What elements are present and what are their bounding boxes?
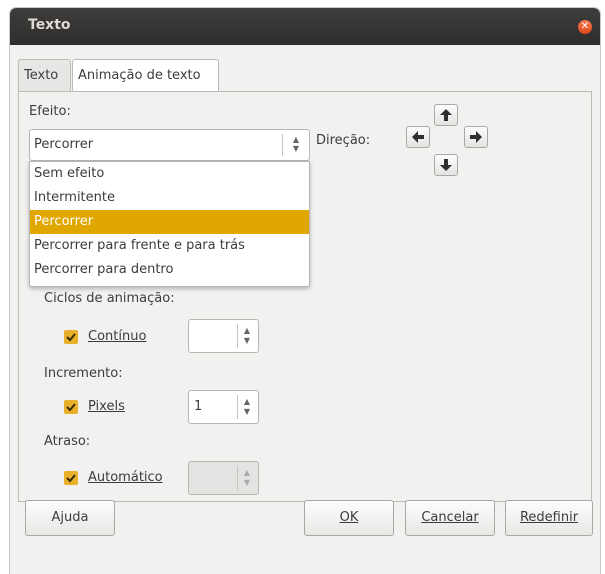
combo-arrows-icon: ▲ ▼ — [292, 135, 300, 153]
dropdown-option[interactable]: Percorrer para dentro — [30, 258, 309, 282]
continuous-label[interactable]: Contínuo — [88, 329, 146, 344]
ok-button[interactable]: OK — [304, 500, 394, 536]
combo-separator — [282, 134, 283, 156]
checkmark-icon — [66, 333, 76, 342]
delay-label: Atraso: — [44, 434, 91, 449]
dropdown-option[interactable]: Intermitente — [30, 186, 309, 210]
automatic-checkbox[interactable] — [64, 471, 78, 485]
effect-selected-value: Percorrer — [34, 137, 94, 152]
spin-arrows-icon[interactable]: ▲ ▼ — [241, 326, 253, 346]
increment-value: 1 — [194, 399, 203, 414]
spin-arrows-icon: ▲ ▼ — [243, 468, 251, 487]
increment-label: Incremento: — [44, 366, 123, 381]
pixels-checkbox[interactable] — [64, 400, 78, 414]
dialog-window: Texto ✕ Texto Animação de texto Efeito: … — [10, 8, 600, 574]
dropdown-option[interactable]: Sem efeito — [30, 162, 309, 186]
title-bar[interactable]: Texto ✕ — [10, 8, 600, 45]
checkmark-icon — [66, 403, 76, 412]
increment-spinbox[interactable]: 1 ▲ ▼ — [188, 390, 259, 424]
direction-down-button[interactable] — [434, 154, 458, 176]
effect-dropdown-list: Sem efeito Intermitente Percorrer Percor… — [29, 161, 310, 287]
reset-button[interactable]: Redefinir — [505, 500, 593, 536]
close-icon[interactable]: ✕ — [578, 20, 592, 34]
checkmark-icon — [66, 474, 76, 483]
continuous-checkbox[interactable] — [64, 330, 78, 344]
direction-left-button[interactable] — [406, 126, 430, 148]
delay-spinbox: ▲ ▼ — [188, 461, 259, 495]
help-button[interactable]: Ajuda — [25, 500, 115, 536]
automatic-label[interactable]: Automático — [88, 470, 163, 485]
effect-combo[interactable]: Percorrer ▲ ▼ — [29, 129, 310, 161]
arrow-down-icon — [440, 159, 452, 171]
effect-label: Efeito: — [29, 104, 71, 119]
direction-label: Direção: — [316, 133, 371, 148]
cancel-button[interactable]: Cancelar — [405, 500, 495, 536]
arrow-right-icon — [470, 131, 482, 143]
spin-separator — [237, 466, 238, 490]
dropdown-option-selected[interactable]: Percorrer — [30, 210, 309, 234]
arrow-up-icon — [440, 109, 452, 121]
direction-up-button[interactable] — [434, 104, 458, 126]
spin-separator — [237, 324, 238, 348]
spin-arrows-icon[interactable]: ▲ ▼ — [241, 397, 253, 417]
cycles-spinbox[interactable]: ▲ ▼ — [188, 319, 259, 353]
direction-right-button[interactable] — [464, 126, 488, 148]
tab-animacao-de-texto[interactable]: Animação de texto — [72, 59, 219, 92]
arrow-left-icon — [412, 131, 424, 143]
tab-texto[interactable]: Texto — [18, 59, 71, 91]
spin-separator — [237, 395, 238, 419]
pixels-label[interactable]: Pixels — [88, 399, 125, 414]
dialog-title: Texto — [28, 17, 71, 33]
cycles-label: Ciclos de animação: — [44, 291, 175, 306]
dropdown-option[interactable]: Percorrer para frente e para trás — [30, 234, 309, 258]
